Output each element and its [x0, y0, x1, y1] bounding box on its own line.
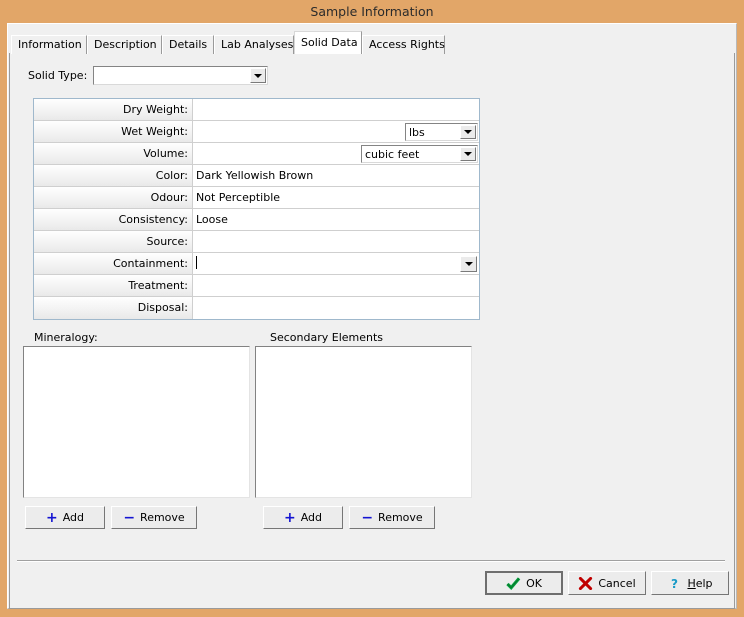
volume-unit-value: cubic feet [365, 146, 458, 162]
chevron-down-icon[interactable] [250, 68, 266, 83]
mineralogy-remove-button[interactable]: − Remove [111, 506, 197, 529]
plus-icon: + [284, 511, 296, 525]
table-row: Disposal: [34, 297, 479, 319]
tab-solid-data[interactable]: Solid Data [294, 31, 362, 54]
svg-text:?: ? [671, 577, 678, 590]
solid-type-label: Solid Type: [28, 69, 87, 82]
source-field[interactable] [193, 231, 479, 252]
field-label: Dry Weight: [34, 99, 193, 120]
table-row: Containment: [34, 253, 479, 275]
sample-information-window: Sample Information Information Descripti… [0, 0, 744, 617]
close-x-icon [578, 577, 593, 590]
field-label: Source: [34, 231, 193, 252]
question-mark-icon: ? [667, 577, 682, 590]
tab-label: Information [18, 38, 82, 51]
tab-access-rights[interactable]: Access Rights [362, 35, 445, 54]
tab-label: Access Rights [369, 38, 445, 51]
button-label: Remove [378, 511, 423, 524]
field-label: Consistency: [34, 209, 193, 230]
field-label: Disposal: [34, 297, 193, 319]
table-row: Odour: Not Perceptible [34, 187, 479, 209]
secondary-elements-add-button[interactable]: + Add [263, 506, 343, 529]
help-button[interactable]: ? Help [651, 571, 729, 595]
text-caret [196, 256, 197, 269]
table-row: Consistency: Loose [34, 209, 479, 231]
button-label: Add [301, 511, 322, 524]
solid-type-value [97, 67, 248, 84]
field-label: Color: [34, 165, 193, 186]
color-field[interactable]: Dark Yellowish Brown [193, 165, 479, 186]
ok-button[interactable]: OK [485, 571, 563, 595]
button-label: Help [687, 577, 712, 590]
tab-label: Solid Data [301, 36, 358, 49]
mineralogy-listbox[interactable] [23, 346, 250, 498]
containment-chevron-down-icon[interactable] [460, 256, 477, 272]
table-row: Treatment: [34, 275, 479, 297]
containment-field[interactable] [193, 253, 479, 274]
tab-description[interactable]: Description [87, 35, 162, 54]
secondary-elements-caption: Secondary Elements [270, 331, 383, 344]
field-label: Odour: [34, 187, 193, 208]
odour-field[interactable]: Not Perceptible [193, 187, 479, 208]
minus-icon: − [123, 511, 135, 525]
tab-strip: Information Description Details Lab Anal… [9, 31, 735, 54]
consistency-field[interactable]: Loose [193, 209, 479, 230]
table-row: Volume: cubic feet [34, 143, 479, 165]
tab-label: Description [94, 38, 157, 51]
plus-icon: + [46, 511, 58, 525]
mineralogy-caption: Mineralogy: [34, 331, 98, 344]
table-row: Source: [34, 231, 479, 253]
button-bar-separator [17, 560, 725, 562]
solid-data-field-table: Dry Weight: Wet Weight: lbs Volume: cubi… [33, 98, 480, 320]
tab-label: Lab Analyses [221, 38, 293, 51]
table-row: Color: Dark Yellowish Brown [34, 165, 479, 187]
table-row: Wet Weight: lbs [34, 121, 479, 143]
minus-icon: − [361, 511, 373, 525]
dry-weight-field[interactable] [193, 99, 479, 120]
treatment-field[interactable] [193, 275, 479, 296]
tab-information[interactable]: Information [11, 35, 87, 54]
wet-weight-unit-value: lbs [409, 124, 458, 140]
button-label: Add [63, 511, 84, 524]
button-label: Cancel [598, 577, 635, 590]
wet-weight-unit-combobox[interactable]: lbs [405, 123, 478, 141]
chevron-down-icon[interactable] [460, 125, 476, 139]
secondary-elements-remove-button[interactable]: − Remove [349, 506, 435, 529]
field-label: Volume: [34, 143, 193, 164]
cancel-button[interactable]: Cancel [568, 571, 646, 595]
dialog-client-area: Information Description Details Lab Anal… [7, 23, 737, 609]
field-label: Wet Weight: [34, 121, 193, 142]
tab-details[interactable]: Details [162, 35, 214, 54]
chevron-down-icon[interactable] [460, 147, 476, 161]
checkmark-icon [506, 577, 521, 590]
solid-type-combobox[interactable] [93, 66, 268, 85]
mineralogy-add-button[interactable]: + Add [25, 506, 105, 529]
field-label: Containment: [34, 253, 193, 274]
button-label: Remove [140, 511, 185, 524]
button-label: OK [526, 577, 542, 590]
tab-label: Details [169, 38, 207, 51]
volume-unit-combobox[interactable]: cubic feet [361, 145, 478, 163]
table-row: Dry Weight: [34, 99, 479, 121]
tab-lab-analyses[interactable]: Lab Analyses [214, 35, 294, 54]
window-title: Sample Information [0, 0, 744, 23]
disposal-field[interactable] [193, 297, 479, 319]
secondary-elements-listbox[interactable] [255, 346, 472, 498]
field-label: Treatment: [34, 275, 193, 296]
